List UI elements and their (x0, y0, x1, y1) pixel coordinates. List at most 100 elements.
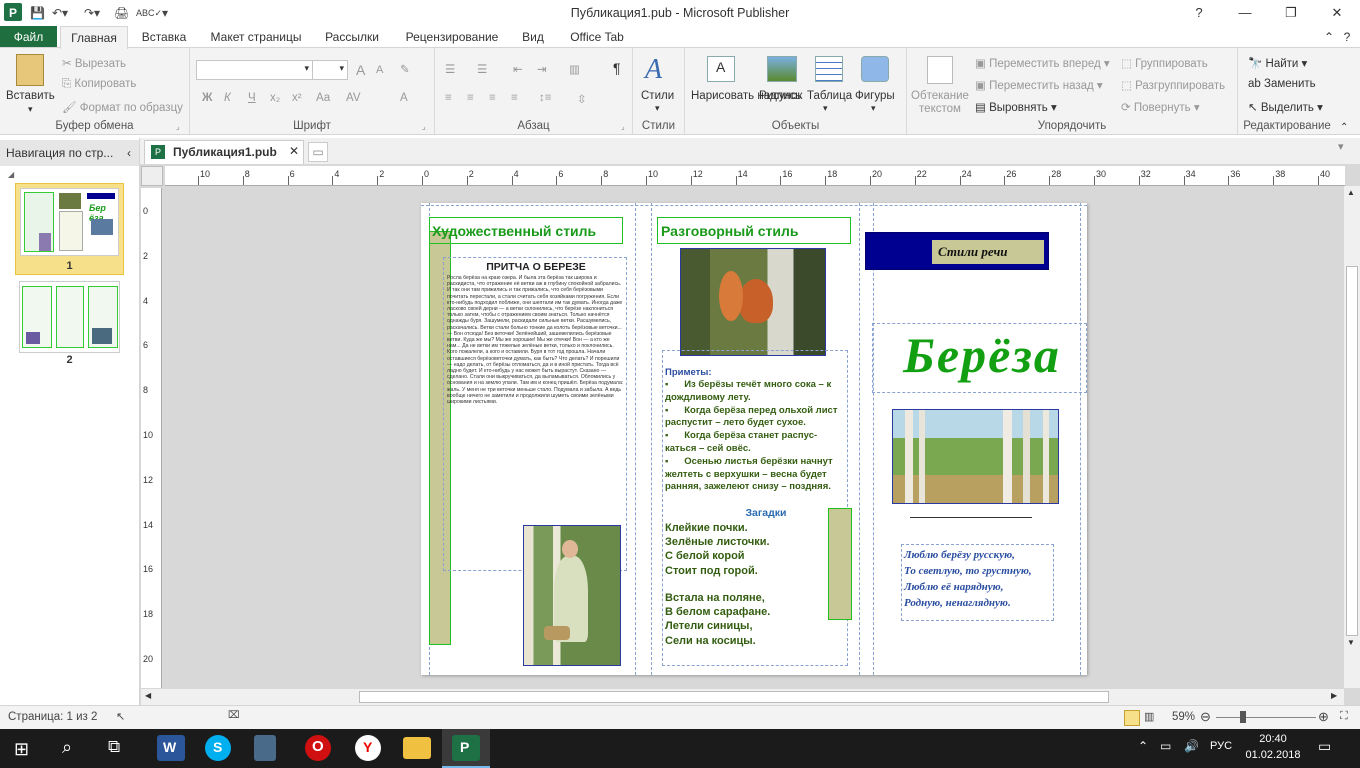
wrap-text-icon[interactable] (927, 56, 953, 84)
format-painter-button[interactable]: 🖌 Формат по образцу (62, 100, 183, 114)
calculator-icon[interactable] (254, 735, 276, 761)
doc-tab-close-icon[interactable]: ✕ (289, 144, 299, 158)
increase-indent-icon[interactable]: ⇥ (537, 62, 547, 76)
cut-button[interactable]: ✂ Вырезать (62, 56, 126, 70)
table-dropdown-icon[interactable]: ▾ (823, 103, 828, 114)
ribbon-collapse-icon[interactable]: ⌃ (1340, 122, 1348, 133)
squirrel-image[interactable] (680, 248, 826, 356)
single-page-view-icon[interactable] (1124, 710, 1140, 726)
scroll-up-icon[interactable]: ▲ (1347, 188, 1355, 197)
numbering-icon[interactable]: ☰ (477, 62, 487, 76)
word-icon[interactable]: W (157, 735, 185, 761)
styles-icon[interactable]: A (645, 54, 662, 86)
text-box-icon[interactable]: A (707, 56, 735, 82)
align-button[interactable]: ▤ Выровнять ▾ (975, 100, 1057, 114)
send-backward-button[interactable]: ▣ Переместить назад ▾ (975, 78, 1103, 92)
tab-mailings[interactable]: Рассылки (318, 26, 386, 48)
zoom-out-icon[interactable]: ⊖ (1200, 709, 1211, 725)
shrink-font-button[interactable]: A (376, 64, 383, 76)
decrease-indent-icon[interactable]: ⇤ (513, 62, 523, 76)
ungroup-button[interactable]: ⬚ Разгруппировать (1121, 78, 1225, 92)
language-indicator[interactable]: РУС (1210, 740, 1232, 752)
restore-button[interactable]: ❐ (1268, 0, 1314, 26)
font-name-dropdown-icon[interactable]: ▾ (304, 63, 309, 74)
columns-icon[interactable]: ▥ (569, 62, 580, 76)
rotate-button[interactable]: ⟳ Повернуть ▾ (1121, 100, 1200, 114)
page-indicator[interactable]: Страница: 1 из 2 (8, 711, 97, 723)
notifications-icon[interactable]: ▭ (1318, 738, 1331, 755)
paste-dropdown-icon[interactable]: ▾ (28, 104, 33, 115)
section-expander-icon[interactable]: ◢ (8, 170, 14, 179)
signs-text-box[interactable]: Приметы: ▪ Из берёзы течёт много сока – … (662, 350, 848, 666)
skype-icon[interactable]: S (205, 735, 231, 761)
two-page-view-icon[interactable]: ▥ (1144, 710, 1154, 723)
page-thumb-1[interactable]: Бер ёза 1 (15, 183, 124, 275)
scroll-left-icon[interactable]: ◀ (145, 691, 151, 700)
publisher-taskbar-button[interactable]: P (442, 729, 490, 768)
vertical-scroll-thumb[interactable] (1346, 266, 1358, 636)
windows-start-icon[interactable]: ⊞ (14, 739, 29, 760)
scroll-right-icon[interactable]: ▶ (1331, 691, 1337, 700)
col2-header-box[interactable]: Разговорный стиль (657, 217, 851, 244)
underline-button[interactable]: Ч (248, 92, 256, 104)
picture-icon[interactable] (767, 56, 797, 82)
align-center-icon[interactable]: ≡ (467, 92, 474, 104)
line-spacing-icon[interactable]: ↕≡ (539, 92, 551, 104)
doc-tab-publication1[interactable]: P Публикация1.pub ✕ (144, 140, 304, 164)
replace-button[interactable]: ab Заменить (1248, 78, 1316, 90)
clipboard-launcher-icon[interactable]: ⌟ (176, 122, 180, 131)
nav-collapse-icon[interactable]: ‹ (127, 140, 131, 166)
zoom-slider-track[interactable] (1216, 717, 1316, 718)
select-button[interactable]: ↖ Выделить ▾ (1248, 100, 1323, 114)
paste-button[interactable]: Вставить (6, 90, 55, 102)
table-icon[interactable] (815, 56, 843, 82)
story-text-box[interactable]: ПРИТЧА О БЕРЕЗЕ Росла берёза на краю озе… (443, 257, 627, 571)
font-size-dropdown-icon[interactable]: ▾ (339, 63, 344, 74)
title-text-box[interactable]: Берёза (872, 323, 1087, 393)
styles-label-box[interactable]: Стили речи (930, 238, 1046, 266)
font-size-combo[interactable]: ▾ (312, 60, 348, 80)
shapes-dropdown-icon[interactable]: ▾ (871, 103, 876, 114)
minimize-button[interactable]: — (1222, 0, 1268, 26)
tab-page-layout[interactable]: Макет страницы (200, 26, 312, 48)
task-view-icon[interactable]: ⧉ (108, 737, 120, 757)
tab-review[interactable]: Рецензирование (394, 26, 510, 48)
bullets-icon[interactable]: ☰ (445, 62, 455, 76)
paragraph-spacing-icon[interactable]: ⇳ (577, 92, 587, 106)
publication-page[interactable]: Художественный стиль ПРИТЧА О БЕРЕЗЕ Рос… (421, 203, 1087, 675)
tab-insert[interactable]: Вставка (136, 26, 192, 48)
superscript-button[interactable]: x² (292, 92, 302, 104)
styles-dropdown-icon[interactable]: ▾ (655, 103, 660, 114)
zoom-slider-thumb[interactable] (1240, 711, 1246, 723)
network-icon[interactable]: ▭ (1160, 739, 1171, 753)
align-left-icon[interactable]: ≡ (445, 92, 452, 104)
page-thumb-2[interactable] (19, 281, 120, 353)
birch-grove-image[interactable] (892, 409, 1059, 504)
tab-file[interactable]: Файл (0, 26, 57, 48)
bring-forward-button[interactable]: ▣ Переместить вперед ▾ (975, 56, 1110, 70)
font-name-combo[interactable]: ▾ (196, 60, 314, 80)
col1-header-box[interactable]: Художественный стиль (429, 217, 623, 244)
pilcrow-button[interactable]: ¶ (613, 60, 621, 76)
doc-tabs-menu-icon[interactable]: ▾ (1338, 140, 1344, 153)
help-icon[interactable]: ? (1340, 26, 1354, 48)
vertical-scrollbar[interactable]: ▲ ▼ (1344, 186, 1360, 688)
vertical-ruler[interactable]: 0 2 4 6 8 10 12 14 16 18 20 (141, 188, 162, 688)
table-button[interactable]: Таблица (807, 90, 852, 102)
clock-date[interactable]: 01.02.2018 (1240, 749, 1306, 761)
tab-home[interactable]: Главная (60, 26, 128, 49)
font-launcher-icon[interactable]: ⌟ (422, 122, 426, 131)
help-button[interactable]: ? (1176, 0, 1222, 26)
scroll-down-icon[interactable]: ▼ (1347, 638, 1355, 647)
tab-view[interactable]: Вид (516, 26, 550, 48)
styles-banner[interactable]: Стили речи (865, 232, 1049, 270)
shapes-icon[interactable] (861, 56, 889, 82)
paragraph-launcher-icon[interactable]: ⌟ (621, 122, 625, 131)
close-button[interactable]: ✕ (1314, 0, 1360, 26)
fit-page-icon[interactable]: ⛶ (1340, 710, 1348, 723)
wrap-text-button[interactable]: Обтекание текстом (909, 90, 971, 116)
clear-format-icon[interactable]: ✎ (400, 62, 410, 76)
horizontal-scroll-thumb[interactable] (359, 691, 1109, 703)
col2-accent-bar[interactable] (828, 508, 852, 620)
tray-chevron-icon[interactable]: ⌃ (1138, 739, 1148, 753)
